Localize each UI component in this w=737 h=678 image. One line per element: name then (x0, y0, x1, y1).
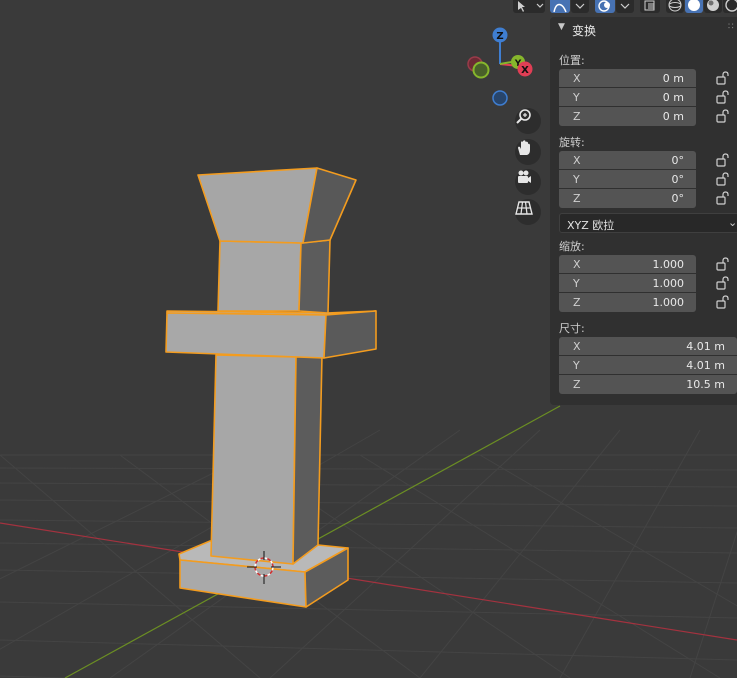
select-tool-icon[interactable] (513, 0, 545, 13)
zoom-button[interactable] (515, 108, 541, 134)
dimensions-x-field[interactable]: X 4.01 m (559, 337, 737, 356)
field-value: 0° (671, 173, 685, 186)
collapse-triangle-icon[interactable]: ▼ (558, 22, 565, 32)
wireframe-shading-icon[interactable] (666, 0, 684, 13)
panel-title: 变换 (572, 24, 597, 38)
lock-icon[interactable] (716, 276, 730, 290)
axis-label: Z (573, 192, 581, 205)
rotation-y-field[interactable]: Y 0° (559, 170, 696, 189)
location-label: 位置: (559, 54, 585, 67)
overlay-icon[interactable] (595, 0, 615, 13)
lock-icon[interactable] (716, 191, 730, 205)
transform-panel: ▼ 变换 ∷ 位置: X 0 m Y 0 m Z 0 m 旋转: X 0° Y … (550, 17, 737, 405)
axis-label: Y (573, 359, 580, 372)
xray-icon[interactable] (640, 0, 660, 13)
scale-x-field[interactable]: X 1.000 (559, 255, 696, 274)
pan-button[interactable] (515, 139, 541, 165)
orientation-gizmo[interactable]: Z Y X (462, 24, 542, 114)
neg-z-axis-handle (492, 90, 508, 106)
axis-label: Z (573, 110, 581, 123)
scale-z-field[interactable]: Z 1.000 (559, 293, 696, 312)
z-axis-label: Z (496, 31, 503, 42)
field-value: 4.01 m (686, 340, 725, 353)
chevron-down-icon: ⌄ (728, 216, 737, 229)
axis-label: Z (573, 296, 581, 309)
drag-grip-icon[interactable]: ∷ (728, 22, 734, 32)
camera-icon (518, 170, 531, 183)
lock-icon[interactable] (716, 71, 730, 85)
scale-y-field[interactable]: Y 1.000 (559, 274, 696, 293)
field-value: 1.000 (652, 277, 685, 290)
lock-icon[interactable] (716, 257, 730, 271)
field-value: 10.5 m (686, 378, 725, 391)
field-value: 0 m (662, 110, 684, 123)
axis-label: X (573, 154, 581, 167)
field-value: 0 m (662, 72, 684, 85)
rendered-shading-icon[interactable] (723, 0, 737, 13)
perspective-toggle-button[interactable] (515, 199, 541, 225)
material-shading-icon[interactable] (704, 0, 722, 13)
dimensions-z-field[interactable]: Z 10.5 m (559, 375, 737, 394)
location-z-field[interactable]: Z 0 m (559, 107, 696, 126)
scale-label: 缩放: (559, 240, 585, 253)
location-y-field[interactable]: Y 0 m (559, 88, 696, 107)
zoom-icon (516, 109, 531, 124)
field-value: 0 m (662, 91, 684, 104)
lock-icon[interactable] (716, 153, 730, 167)
axis-label: Z (573, 378, 581, 391)
chevron-down-icon[interactable] (571, 0, 589, 13)
transform-panel-header[interactable]: ▼ 变换 ∷ (550, 17, 737, 41)
floor-grid (0, 429, 737, 678)
pan-hand-icon (518, 140, 530, 155)
rotation-label: 旋转: (559, 136, 585, 149)
axis-label: X (573, 340, 581, 353)
lock-icon[interactable] (716, 172, 730, 186)
lock-icon[interactable] (716, 90, 730, 104)
rotation-mode-dropdown[interactable]: XYZ 欧拉 ⌄ (559, 213, 737, 233)
rotation-x-field[interactable]: X 0° (559, 151, 696, 170)
camera-view-button[interactable] (515, 169, 541, 195)
curve-icon[interactable] (550, 0, 570, 13)
lock-icon[interactable] (716, 295, 730, 309)
axis-label: Y (573, 173, 580, 186)
field-value: 1.000 (652, 296, 685, 309)
rotation-z-field[interactable]: Z 0° (559, 189, 696, 208)
field-value: 4.01 m (686, 359, 725, 372)
dimensions-label: 尺寸: (559, 322, 585, 335)
solid-shading-icon[interactable] (685, 0, 703, 13)
axis-label: Y (573, 277, 580, 290)
field-value: 0° (671, 192, 685, 205)
selected-mesh-object (165, 167, 377, 608)
neg-y-axis-handle (472, 61, 490, 79)
lock-icon[interactable] (716, 109, 730, 123)
field-value: 1.000 (652, 258, 685, 271)
dimensions-y-field[interactable]: Y 4.01 m (559, 356, 737, 375)
chevron-down-icon[interactable] (616, 0, 634, 13)
axis-label: X (573, 258, 581, 271)
x-axis-label: X (521, 65, 529, 76)
axis-label: Y (573, 91, 580, 104)
field-value: 0° (671, 154, 685, 167)
axis-label: X (573, 72, 581, 85)
location-x-field[interactable]: X 0 m (559, 69, 696, 88)
perspective-grid-icon (515, 201, 533, 215)
rotation-mode-value: XYZ 欧拉 (567, 219, 615, 232)
